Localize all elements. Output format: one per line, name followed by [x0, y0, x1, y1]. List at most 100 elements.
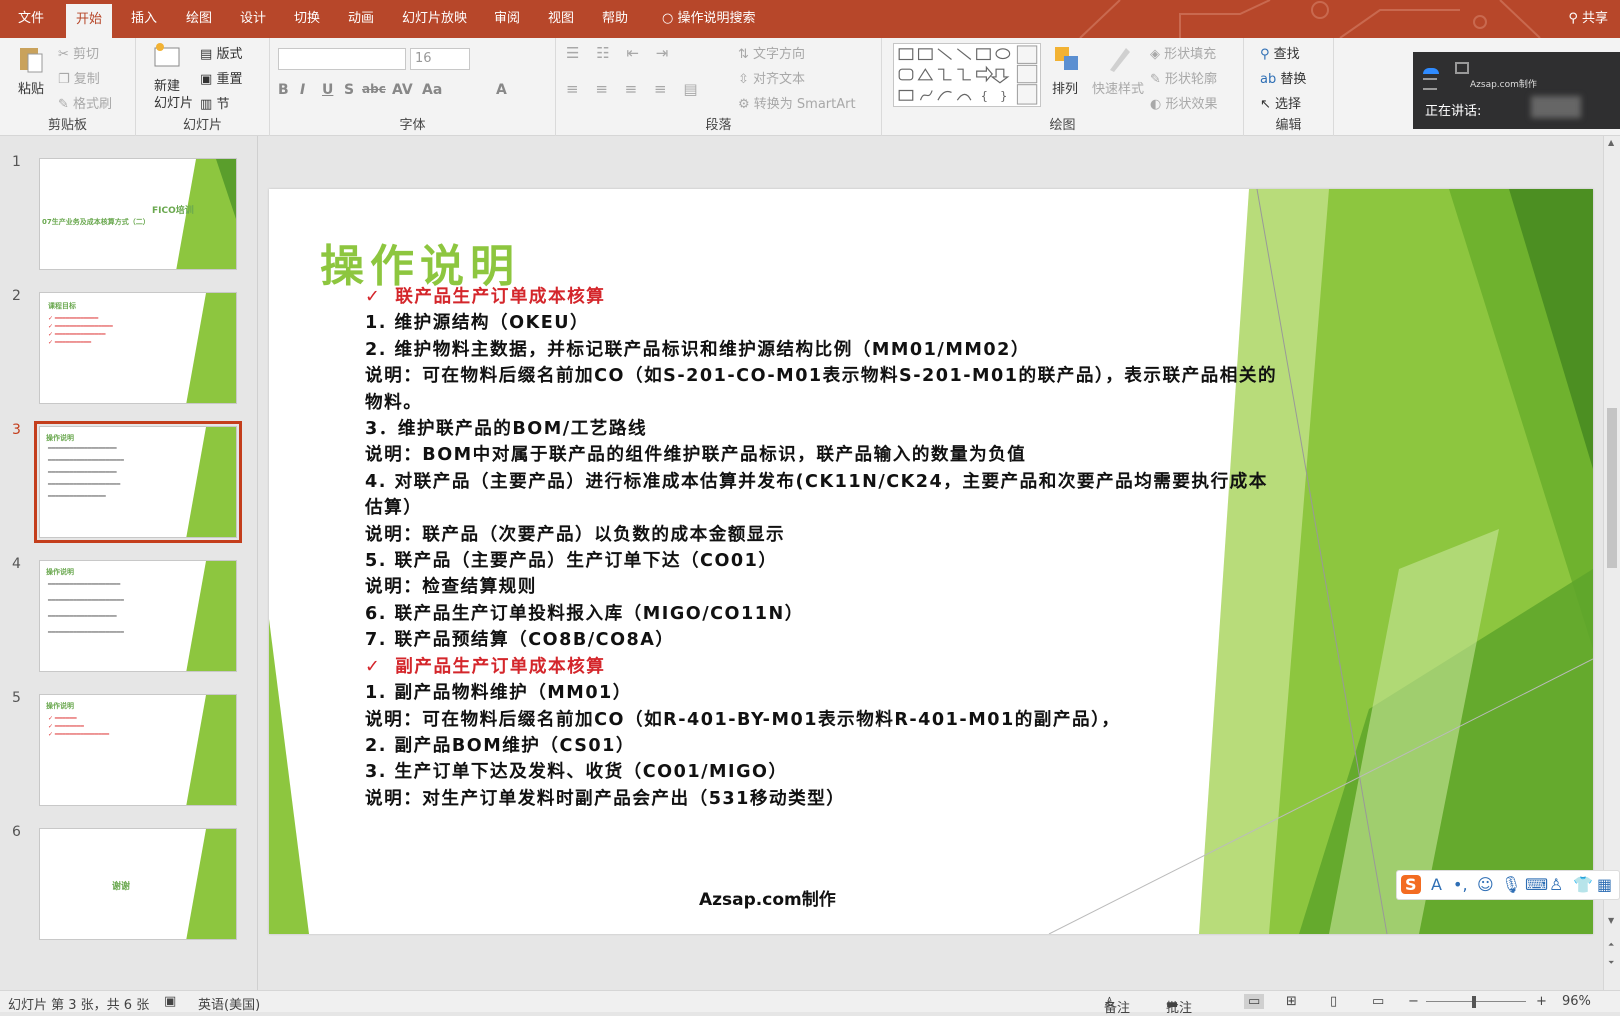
- align-buttons[interactable]: ≡ ≡ ≡ ≡ ▤: [566, 80, 704, 98]
- list-buttons[interactable]: ☰ ☷ ⇤ ⇥: [566, 44, 674, 62]
- shape-outline-button[interactable]: ✎ 形状轮廓: [1150, 68, 1217, 87]
- char-spacing-button[interactable]: AV: [392, 82, 413, 98]
- slide-thumbnail-1[interactable]: FICO培训 07生产业务及成本核算方式（二）: [39, 158, 237, 270]
- format-painter-button[interactable]: ✎ 格式刷: [58, 93, 112, 112]
- prev-slide-icon[interactable]: ⏶: [1608, 940, 1614, 950]
- zoom-slider-track[interactable]: [1426, 1001, 1526, 1002]
- convert-smartart-button[interactable]: ⚙ 转换为 SmartArt: [738, 93, 856, 112]
- section-button[interactable]: ▥ 节: [200, 93, 229, 112]
- language-indicator[interactable]: 英语(美国): [198, 994, 260, 1013]
- underline-button[interactable]: U: [322, 82, 333, 98]
- shape-fill-label: 形状填充: [1164, 47, 1217, 62]
- line-text: 2. 维护物料主数据，并标记联产品标识和维护源结构比例（MM01/MM02）: [365, 339, 1030, 360]
- zoom-in-button[interactable]: +: [1536, 994, 1547, 1009]
- layout-label: 版式: [216, 47, 243, 62]
- scroll-up-icon[interactable]: ▲: [1608, 138, 1614, 147]
- slide-thumbnail-5[interactable]: 操作说明 ✓ ━━━━━━ ✓ ━━━━━━━━ ✓ ━━━━━━━━━━━━━…: [39, 694, 237, 806]
- quick-styles-button[interactable]: 快速样式: [1092, 78, 1144, 97]
- panel-toolbar-icons: [1423, 62, 1493, 90]
- font-name-combo[interactable]: [278, 48, 406, 70]
- keyboard-icon[interactable]: ⌨: [1525, 875, 1548, 894]
- text-direction-button[interactable]: ⇅ 文字方向: [738, 43, 805, 62]
- font-size-combo[interactable]: 16: [410, 48, 470, 70]
- find-button[interactable]: ⚲ 查找: [1260, 43, 1300, 62]
- brush-icon: ✎: [58, 97, 69, 112]
- thumb-line: ━━━━━━━━━━━━━━━━━━━━━: [48, 597, 124, 604]
- tab-file[interactable]: 文件: [8, 0, 54, 38]
- strikethrough-button[interactable]: abc: [362, 82, 386, 96]
- shape-fill-button[interactable]: ◈ 形状填充: [1150, 43, 1216, 62]
- speaking-label: 正在讲话:: [1425, 104, 1482, 119]
- punctuation-icon[interactable]: •,: [1453, 875, 1468, 894]
- slides-group-label: 幻灯片: [182, 118, 222, 133]
- shapes-gallery[interactable]: {}: [893, 43, 1041, 107]
- spellcheck-icon[interactable]: ▣: [164, 994, 176, 1009]
- reset-button[interactable]: ▣ 重置: [200, 68, 242, 87]
- smartart-icon: ⚙: [738, 97, 750, 112]
- paste-button[interactable]: 粘贴: [18, 78, 44, 97]
- next-slide-icon[interactable]: ⏷: [1608, 958, 1614, 968]
- bold-button[interactable]: B: [278, 82, 289, 98]
- slide-thumbnail-4[interactable]: 操作说明 ━━━━━━━━━━━━━━━━━━━━ ━━━━━━━━━━━━━━…: [39, 560, 237, 672]
- user-icon[interactable]: ♙: [1549, 875, 1563, 894]
- cut-button[interactable]: ✂ 剪切: [58, 43, 99, 62]
- tab-insert[interactable]: 插入: [121, 0, 167, 38]
- new-slide-button[interactable]: 新建 幻灯片: [154, 78, 193, 112]
- select-button[interactable]: ↖ 选择: [1260, 93, 1301, 112]
- vertical-scrollbar[interactable]: ▲ ▼ ⏶ ⏷: [1603, 136, 1620, 990]
- tab-review[interactable]: 审阅: [484, 0, 530, 38]
- tab-design[interactable]: 设计: [230, 0, 276, 38]
- tell-me-search[interactable]: ○ 操作说明搜索: [652, 0, 766, 38]
- shape-effects-button[interactable]: ◐ 形状效果: [1150, 93, 1218, 112]
- slide-body-line: 6. 联产品生产订单投料报入库（MIGO/CO11N）: [365, 601, 1285, 627]
- share-button[interactable]: ⚲ 共享: [1568, 0, 1608, 38]
- line-text: 联产品生产订单成本核算: [395, 287, 606, 307]
- italic-button[interactable]: I: [300, 82, 305, 98]
- scroll-down-icon[interactable]: ▼: [1608, 916, 1614, 925]
- thumb-line: ━━━━━━━━━━━━━━━━━━━━━: [48, 457, 124, 464]
- zoom-level[interactable]: 96%: [1562, 994, 1591, 1009]
- replace-button[interactable]: ab 替换: [1260, 68, 1306, 87]
- skin-icon[interactable]: 👕: [1573, 875, 1593, 894]
- reset-icon: ▣: [200, 72, 213, 87]
- align-text-button[interactable]: ⇳ 对齐文本: [738, 68, 805, 87]
- normal-view-button[interactable]: ▭: [1244, 994, 1265, 1009]
- change-case-button[interactable]: Aa: [422, 82, 442, 98]
- slide-body-line: 3．维护联产品的BOM/工艺路线: [365, 416, 1285, 442]
- layout-button[interactable]: ▤ 版式: [200, 43, 242, 62]
- shadow-button[interactable]: S: [344, 82, 354, 98]
- slide-sorter-button[interactable]: ⊞: [1286, 994, 1297, 1009]
- slide-thumbnail-3[interactable]: 操作说明 ━━━━━━━━━━━━━━━━━━━ ━━━━━━━━━━━━━━━…: [34, 421, 242, 543]
- thumb-line: ✓ ━━━━━━━━━━━━━━: [48, 331, 106, 338]
- toolbox-icon[interactable]: ▦: [1597, 875, 1612, 894]
- tab-view[interactable]: 视图: [538, 0, 584, 38]
- panel-brand: Azsap.com制作: [1470, 80, 1537, 90]
- convert-smartart-label: 转换为 SmartArt: [753, 97, 856, 112]
- paint-bucket-icon: ◈: [1150, 47, 1160, 62]
- copy-button[interactable]: ❐ 复制: [58, 68, 100, 87]
- current-slide[interactable]: 操作说明 ✓ 联产品生产订单成本核算 1. 维护源结构（OKEU） 2. 维护物料主数…: [269, 189, 1593, 934]
- slide-body-text[interactable]: ✓ 联产品生产订单成本核算 1. 维护源结构（OKEU） 2. 维护物料主数据，并标记…: [365, 284, 1285, 812]
- tab-animations[interactable]: 动画: [338, 0, 384, 38]
- microphone-icon[interactable]: 🎙: [1501, 875, 1521, 894]
- arrange-button[interactable]: 排列: [1052, 78, 1078, 97]
- tab-draw[interactable]: 绘图: [176, 0, 222, 38]
- scrollbar-thumb[interactable]: [1607, 408, 1617, 568]
- slide-thumbnail-6[interactable]: 谢谢: [39, 828, 237, 940]
- emoji-icon[interactable]: ☺: [1477, 875, 1494, 894]
- ime-toolbar[interactable]: S A •, ☺ 🎙 ⌨ ♙ 👕 ▦: [1396, 870, 1620, 900]
- line-text: 说明：检查结算规则: [365, 577, 537, 598]
- slide-thumbnail-2[interactable]: 课程目标 ✓ ━━━━━━━━━━━━ ✓ ━━━━━━━━━━━━━━━━ ✓…: [39, 292, 237, 404]
- tab-help[interactable]: 帮助: [592, 0, 638, 38]
- tab-slideshow[interactable]: 幻灯片放映: [392, 0, 477, 38]
- reading-view-button[interactable]: ▯: [1330, 994, 1337, 1009]
- ime-mode-icon[interactable]: A: [1431, 875, 1442, 894]
- slide-counter: 幻灯片 第 3 张，共 6 张: [8, 998, 150, 1013]
- tab-home[interactable]: 开始: [66, 4, 113, 38]
- zoom-slider-thumb[interactable]: [1472, 996, 1476, 1008]
- zoom-out-button[interactable]: −: [1408, 994, 1419, 1009]
- slide-body-line: 1. 副产品物料维护（MM01）: [365, 680, 1285, 706]
- slideshow-button[interactable]: ▭: [1372, 994, 1384, 1009]
- font-color-button[interactable]: A: [496, 82, 507, 98]
- tab-transitions[interactable]: 切换: [284, 0, 330, 38]
